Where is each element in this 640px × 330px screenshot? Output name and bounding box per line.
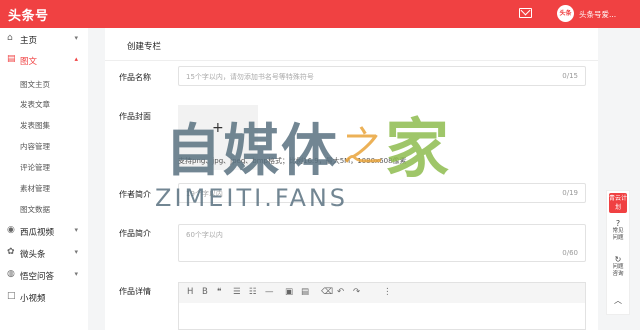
intro-textarea[interactable]: 60个字以内 0/60 [178,224,586,262]
sub-label: 图文数据 [20,205,50,214]
chevron-down-icon: ▾ [74,226,78,234]
chevron-up-icon: ︿ [614,296,622,305]
qingyun-badge[interactable]: 青云计划 [609,193,627,213]
qa-icon: ◍ [7,269,15,279]
brand-logo[interactable]: 头条号 [8,5,49,24]
video-button[interactable]: ▤ [301,287,309,297]
right-float-panel: 青云计划 ? 常见 问题 ↻ 问题 咨询 ︿ [606,190,630,315]
chevron-down-icon: ▾ [74,248,78,256]
quote-button[interactable]: ❝ [217,287,222,297]
sidebar-item-wukong[interactable]: ◍ 悟空问答 ▾ [0,265,88,285]
sub-label: 发表文章 [20,100,50,109]
redo-button[interactable]: ↷ [353,287,360,297]
consult-label-2: 咨询 [612,271,624,277]
sidebar-item-weitoutiao[interactable]: ✿ 微头条 ▾ [0,243,88,263]
top-bar: 头条号 头条 头条号爱... [0,0,640,28]
watermark-cn: 自媒体 [165,119,339,184]
clear-format-button[interactable]: ⌫ [321,287,333,297]
more-button[interactable]: ⋮ [383,287,392,297]
sidebar-sub-comment-mgmt[interactable]: 评论管理 [0,157,88,177]
sidebar-sub-article-data[interactable]: 图文数据 [0,199,88,219]
back-to-top-button[interactable]: ︿ [607,295,629,306]
sidebar-item-label: 西瓜视频 [20,228,55,238]
page-title: 创建专栏 [127,42,162,52]
editor-toolbar: H B ❝ ☰ ☷ — ▣ ▤ ⌫ ↶ ↷ ⋮ [179,283,585,303]
divider [105,60,598,61]
sidebar-sub-publish-article[interactable]: 发表文章 [0,94,88,114]
author-count: 0/19 [562,189,578,197]
name-placeholder: 15个字以内，请勿添加书名号等特殊符号 [186,73,314,81]
chevron-down-icon: ▾ [74,34,78,42]
image-button[interactable]: ▣ [285,287,293,297]
mail-icon[interactable] [519,8,532,18]
author-label: 作者简介 [119,190,151,199]
watermark: 自媒体 之 家 ZIMEITI.FANS [155,106,485,216]
divider-button[interactable]: — [265,287,274,297]
name-input[interactable]: 15个字以内，请勿添加书名号等特殊符号 0/15 [178,66,586,86]
sub-label: 图文主页 [20,80,50,89]
cover-label: 作品封面 [119,112,151,121]
chevron-up-icon: ▴ [74,55,78,63]
sidebar-item-article[interactable]: ▤ 图文 ▴ [0,50,88,70]
watermark-zhi: 之 [343,124,383,170]
intro-placeholder: 60个字以内 [186,231,223,239]
intro-label: 作品简介 [119,229,151,238]
bold-button[interactable]: B [202,287,208,297]
list-button[interactable]: ☰ [233,287,241,297]
sidebar-sub-material-mgmt[interactable]: 素材管理 [0,178,88,198]
consult-label-1: 问题 [612,264,624,270]
watermark-jia: 家 [385,113,449,187]
sidebar-item-xigua[interactable]: ◉ 西瓜视频 ▾ [0,221,88,241]
sidebar-item-label: 小视频 [20,294,46,304]
sub-label: 素材管理 [20,184,50,193]
sidebar-item-label: 悟空问答 [20,272,55,282]
sub-label: 评论管理 [20,163,50,172]
micro-icon: ✿ [7,247,15,257]
sub-label: 内容管理 [20,142,50,151]
sidebar-item-home[interactable]: ⌂ 主页 ▾ [0,29,88,49]
faq-button[interactable]: ? 常见 问题 [607,219,629,242]
intro-count: 0/60 [562,249,578,257]
detail-label: 作品详情 [119,287,151,296]
faq-label-2: 问题 [612,235,624,241]
sidebar-item-label: 图文 [20,57,38,67]
sidebar-item-label: 主页 [20,36,38,46]
question-icon: ? [615,219,621,228]
username[interactable]: 头条号爱... [579,9,616,20]
heading-button[interactable]: H [187,287,193,297]
short-video-icon: □ [7,291,16,301]
sidebar-sub-content-mgmt[interactable]: 内容管理 [0,136,88,156]
name-label: 作品名称 [119,73,151,82]
sub-label: 发表图集 [20,121,50,130]
consult-button[interactable]: ↻ 问题 咨询 [607,255,629,278]
detail-editor[interactable]: H B ❝ ☰ ☷ — ▣ ▤ ⌫ ↶ ↷ ⋮ [178,282,586,330]
sidebar-sub-publish-gallery[interactable]: 发表图集 [0,115,88,135]
chevron-down-icon: ▾ [74,270,78,278]
sidebar-item-label: 微头条 [20,250,46,260]
home-icon: ⌂ [7,33,13,43]
watermark-en: ZIMEITI.FANS [155,184,349,212]
video-icon: ◉ [7,225,15,235]
article-icon: ▤ [7,54,16,64]
headset-icon: ↻ [614,255,622,264]
sidebar-item-short-video[interactable]: □ 小视频 [0,287,88,307]
name-count: 0/15 [562,72,578,80]
sidebar: ⌂ 主页 ▾ ▤ 图文 ▴ 图文主页 发表文章 发表图集 内容管理 评论管理 素… [0,28,88,330]
undo-button[interactable]: ↶ [337,287,344,297]
sidebar-sub-article-home[interactable]: 图文主页 [0,74,88,94]
faq-label-1: 常见 [612,228,624,234]
ordered-list-button[interactable]: ☷ [249,287,257,297]
avatar[interactable]: 头条 [557,5,574,22]
